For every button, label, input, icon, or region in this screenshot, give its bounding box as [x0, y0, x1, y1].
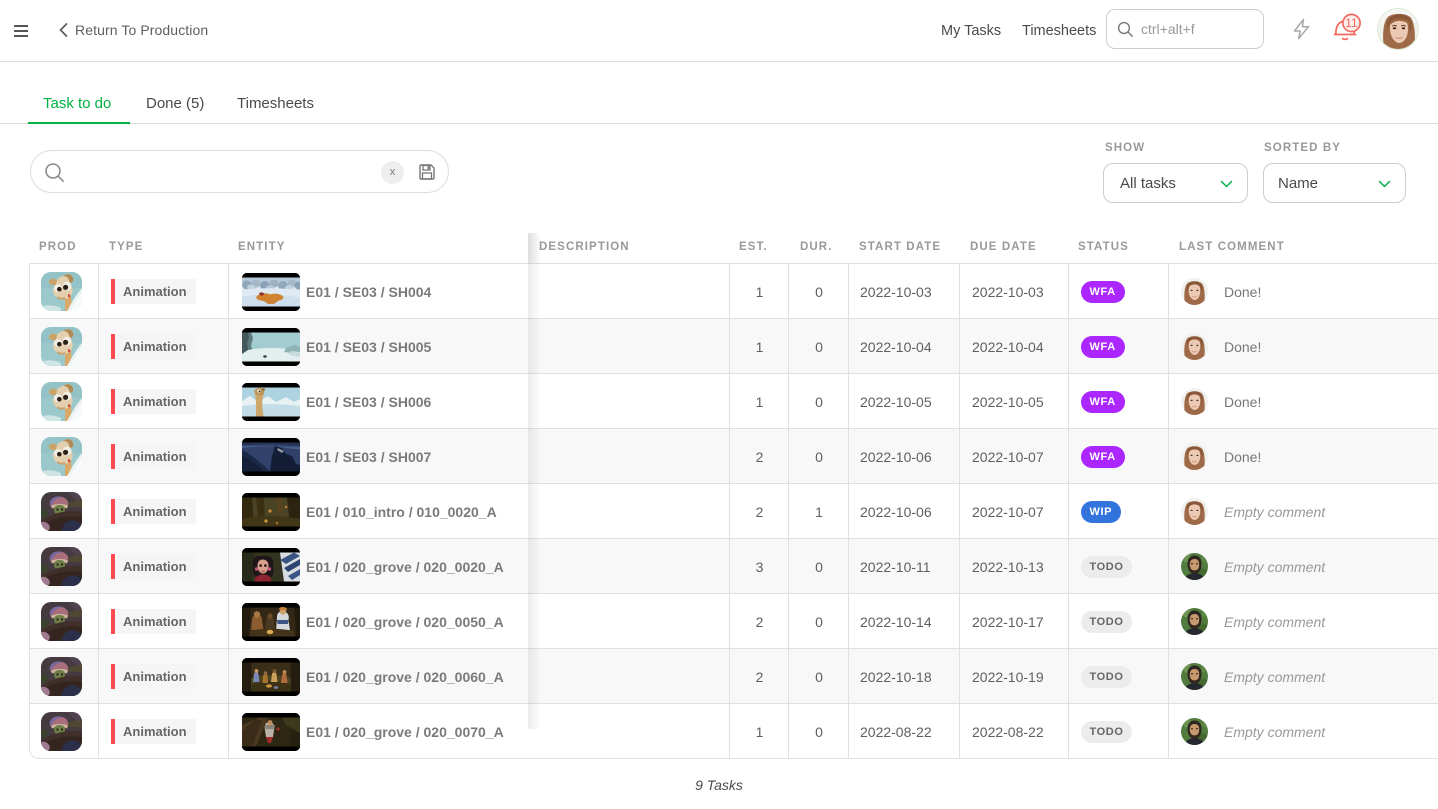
svg-text:11: 11: [1345, 16, 1358, 30]
